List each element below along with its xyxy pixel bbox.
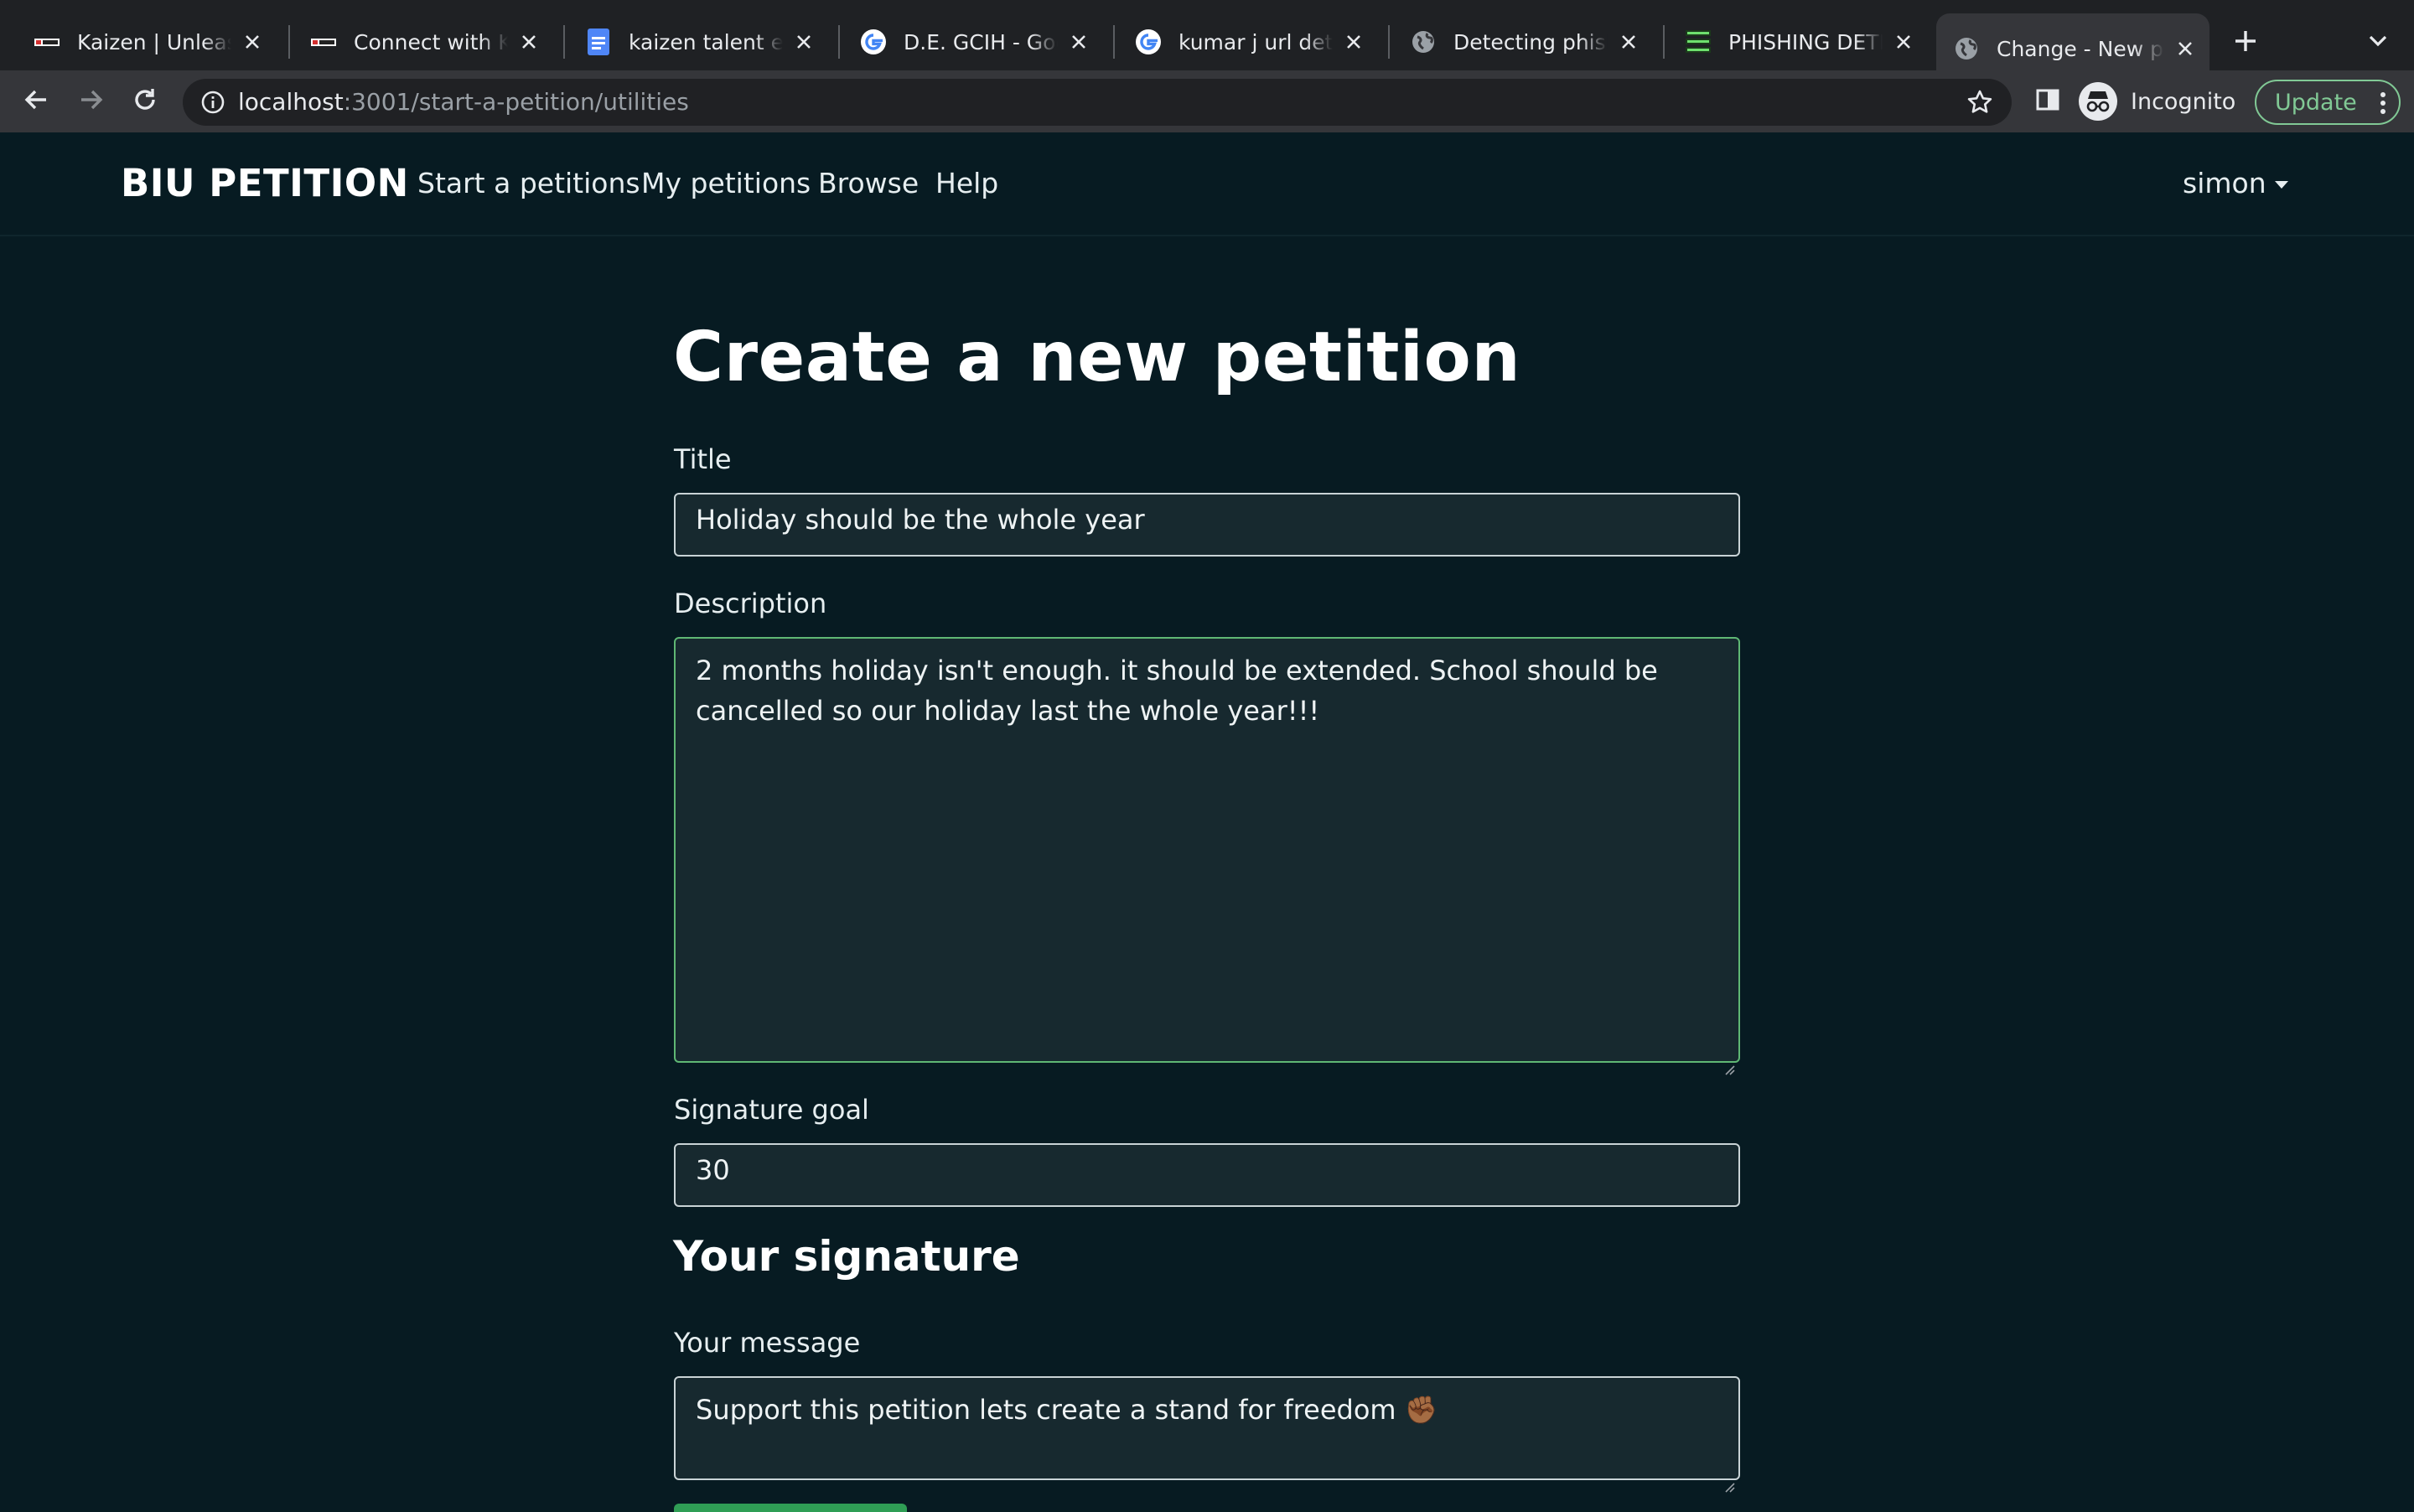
- plus-icon: [2235, 30, 2256, 55]
- title-input-value: Holiday should be the whole year: [696, 504, 1145, 536]
- browser-toolbar: localhost:3001/start-a-petition/utilitie…: [0, 70, 2414, 132]
- signature-goal-label: Signature goal: [674, 1094, 869, 1126]
- new-tab-button[interactable]: [2225, 22, 2266, 64]
- chevron-down-icon: [2369, 34, 2387, 50]
- address-bar[interactable]: localhost:3001/start-a-petition/utilitie…: [183, 79, 2012, 126]
- close-tab-icon[interactable]: [1616, 29, 1641, 54]
- close-tab-icon[interactable]: [240, 29, 265, 54]
- nav-link-my-petitions[interactable]: My petitions: [641, 156, 811, 211]
- your-signature-heading: Your signature: [673, 1232, 1020, 1281]
- caret-down-icon: [2274, 180, 2288, 189]
- browser-tab[interactable]: Kaizen | Unleashing: [0, 13, 277, 70]
- submit-button[interactable]: [674, 1504, 907, 1512]
- message-label: Your message: [674, 1327, 861, 1359]
- close-tab-icon[interactable]: [2173, 36, 2198, 61]
- reload-icon: [132, 87, 158, 116]
- side-panel-button[interactable]: [2027, 80, 2069, 122]
- spam-icon: [1685, 28, 1712, 55]
- browser-tab[interactable]: Detecting phishing: [1376, 13, 1653, 70]
- browser-tab[interactable]: Connect with Kaizen: [277, 13, 553, 70]
- kaizen-logo-icon: [34, 28, 60, 55]
- page-title: Create a new petition: [673, 318, 1521, 397]
- globe-icon: [1953, 35, 1980, 62]
- close-tab-icon[interactable]: [1066, 29, 1091, 54]
- close-tab-icon[interactable]: [1341, 29, 1366, 54]
- reload-button[interactable]: [124, 80, 166, 122]
- resize-handle-icon[interactable]: [1723, 1463, 1735, 1493]
- nav-link-start-petition[interactable]: Start a petitions: [417, 156, 640, 211]
- bookmark-star-icon[interactable]: [1965, 87, 1995, 117]
- google-icon: [860, 28, 887, 55]
- close-tab-icon[interactable]: [791, 29, 816, 54]
- browser-tab[interactable]: kumar j url detection: [1101, 13, 1378, 70]
- browser-tab[interactable]: PHISHING DETECTION: [1651, 13, 1928, 70]
- more-vert-icon: [2379, 91, 2387, 115]
- title-input[interactable]: Holiday should be the whole year: [674, 493, 1740, 557]
- close-tab-icon[interactable]: [516, 29, 541, 54]
- arrow-right-icon: [79, 87, 104, 116]
- site-info-icon[interactable]: [199, 89, 226, 116]
- app-navbar: BIU PETITION Start a petitions My petiti…: [0, 132, 2414, 236]
- description-textarea-value: 2 months holiday isn't enough. it should…: [696, 655, 1658, 727]
- forward-button[interactable]: [70, 80, 112, 122]
- signature-goal-input[interactable]: 30: [674, 1143, 1740, 1207]
- back-button[interactable]: [15, 80, 57, 122]
- side-panel-icon: [2036, 88, 2059, 115]
- nav-link-help[interactable]: Help: [935, 156, 998, 211]
- update-button[interactable]: Update: [2255, 80, 2401, 125]
- description-label: Description: [674, 588, 827, 619]
- arrow-left-icon: [23, 87, 49, 116]
- brand-logo[interactable]: BIU PETITION: [121, 156, 409, 211]
- title-label: Title: [674, 443, 732, 475]
- message-textarea[interactable]: Support this petition lets create a stan…: [674, 1376, 1740, 1493]
- nav-link-browse[interactable]: Browse: [818, 156, 919, 211]
- incognito-icon: [2079, 82, 2117, 121]
- description-textarea[interactable]: 2 months holiday isn't enough. it should…: [674, 637, 1740, 1075]
- signature-goal-value: 30: [696, 1154, 730, 1186]
- kaizen-logo-icon: [310, 28, 337, 55]
- message-textarea-value: Support this petition lets create a stan…: [696, 1394, 1438, 1426]
- resize-handle-icon[interactable]: [1723, 1046, 1735, 1075]
- browser-tab[interactable]: D.E. GCIH - Google: [826, 13, 1103, 70]
- incognito-profile-button[interactable]: Incognito: [2079, 80, 2235, 122]
- google-docs-icon: [585, 28, 612, 55]
- globe-icon: [1410, 28, 1437, 55]
- google-icon: [1135, 28, 1162, 55]
- tab-search-button[interactable]: [2360, 23, 2396, 60]
- url-text: localhost:3001/start-a-petition/utilitie…: [238, 88, 689, 116]
- user-name: simon: [2183, 167, 2266, 199]
- close-tab-icon[interactable]: [1891, 29, 1916, 54]
- user-menu-dropdown[interactable]: simon: [2183, 156, 2288, 211]
- browser-tab[interactable]: kaizen talent editor: [552, 13, 828, 70]
